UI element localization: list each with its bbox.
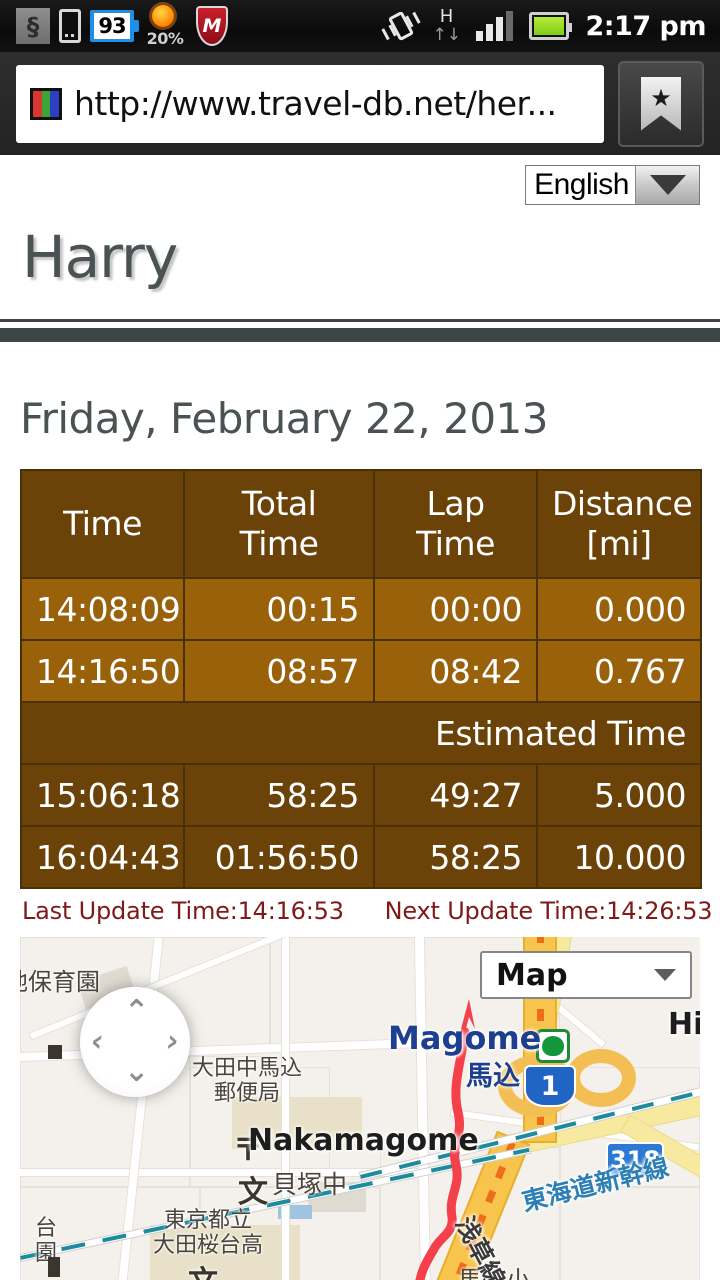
- map-label-magome-jp: 馬込: [466, 1054, 520, 1093]
- column-header-time: Time: [21, 470, 184, 578]
- cell-lap-time: 08:42: [374, 640, 537, 702]
- lap-table-wrapper: Time Total Time Lap Time Distance[mi] 14…: [0, 469, 720, 889]
- mcafee-shield-icon: M: [196, 6, 228, 46]
- map-pan-control[interactable]: ⌃ ⌄ ‹ ›: [80, 987, 190, 1097]
- map-label-nakamagome: Nakamagome: [248, 1123, 479, 1158]
- cell-time: 14:16:50: [21, 640, 184, 702]
- page-title: Harry: [0, 205, 720, 295]
- bookmark-star-icon: [641, 77, 681, 131]
- last-update-time: Last Update Time:14:16:53: [22, 897, 344, 925]
- language-select-row: English: [0, 155, 720, 205]
- table-row: 16:04:43 01:56:50 58:25 10.000: [21, 826, 701, 888]
- cell-total-time: 00:15: [184, 578, 374, 640]
- browser-toolbar: http://www.travel-db.net/her...: [0, 52, 720, 155]
- school-icon: 文: [238, 1167, 268, 1211]
- lap-table: Time Total Time Lap Time Distance[mi] 14…: [20, 469, 702, 889]
- cell-total-time: 08:57: [184, 640, 374, 702]
- chevron-left-icon[interactable]: ‹: [91, 1027, 103, 1057]
- estimated-time-section-row: Estimated Time: [21, 702, 701, 764]
- table-row: 14:16:50 08:57 08:42 0.767: [21, 640, 701, 702]
- column-header-lap-time: Lap Time: [374, 470, 537, 578]
- phone-icon: [59, 9, 81, 43]
- header-divider: [0, 295, 720, 342]
- map-label-hoikuen: 地保育園: [20, 969, 100, 996]
- battery-number-label: 93: [94, 13, 130, 39]
- clock-label: 2:17 pm: [585, 11, 706, 42]
- battery-percent-icon: 93: [90, 10, 134, 42]
- url-input[interactable]: http://www.travel-db.net/her...: [16, 65, 604, 143]
- map-label-hig: Hig: [668, 1007, 700, 1042]
- cell-lap-time: 58:25: [374, 826, 537, 888]
- table-row: 15:06:18 58:25 49:27 5.000: [21, 764, 701, 826]
- signal-icon: [476, 11, 513, 41]
- network-type-label: H: [432, 8, 460, 26]
- cell-lap-time: 49:27: [374, 764, 537, 826]
- site-favicon-icon: [30, 88, 62, 120]
- chevron-right-icon[interactable]: ›: [167, 1027, 179, 1057]
- status-bar-right-icons: H ↑↓ 2:17 pm: [386, 8, 720, 44]
- cell-time: 14:08:09: [21, 578, 184, 640]
- vibrate-icon: [381, 6, 422, 47]
- cell-lap-time: 00:00: [374, 578, 537, 640]
- school-icon: 文: [188, 1257, 218, 1280]
- cell-time: 16:04:43: [21, 826, 184, 888]
- cell-total-time: 58:25: [184, 764, 374, 826]
- status-bar-left-icons: § 93 20% M: [0, 5, 228, 47]
- battery-icon: [529, 12, 569, 40]
- network-arrows-label: ↑↓: [432, 27, 460, 44]
- status-bar: § 93 20% M H ↑↓ 2:17 pm: [0, 0, 720, 52]
- route-shield-label: 1: [541, 1071, 560, 1102]
- language-select-value: English: [526, 166, 635, 204]
- bookmark-button[interactable]: [618, 61, 704, 147]
- cell-total-time: 01:56:50: [184, 826, 374, 888]
- sync-icon: §: [16, 8, 50, 44]
- language-select[interactable]: English: [525, 165, 700, 205]
- date-heading: Friday, February 22, 2013: [0, 342, 720, 469]
- chevron-down-icon[interactable]: ⌄: [124, 1057, 149, 1087]
- page-content: English Harry Friday, February 22, 2013 …: [0, 155, 720, 1280]
- table-header-row: Time Total Time Lap Time Distance[mi]: [21, 470, 701, 578]
- estimated-time-label: Estimated Time: [21, 702, 701, 764]
- map-label-ota-sakuradai: 東京都立大田桜台高: [128, 1209, 288, 1258]
- map-label-kaizuka-chu: 貝塚中: [272, 1171, 347, 1199]
- map-view[interactable]: 〒 文 文 1 318 Magome 馬込 Nakamagome Hig 大田中…: [20, 937, 700, 1280]
- table-row: 14:08:09 00:15 00:00 0.000: [21, 578, 701, 640]
- route-shield: 1: [524, 1065, 576, 1107]
- map-type-select[interactable]: Map: [480, 951, 692, 999]
- hspa-icon: H ↑↓: [432, 8, 460, 44]
- brightness-percent-label: 20%: [143, 29, 187, 48]
- cell-distance: 10.000: [537, 826, 701, 888]
- divider-thick: [0, 328, 720, 342]
- chevron-up-icon[interactable]: ⌃: [124, 997, 149, 1027]
- cell-distance: 0.000: [537, 578, 701, 640]
- map-type-value: Map: [496, 958, 568, 993]
- next-update-time: Next Update Time:14:26:53: [385, 897, 713, 925]
- brightness-icon: 20%: [143, 5, 187, 47]
- map-label-magome: Magome: [388, 1019, 541, 1057]
- update-times: Last Update Time:14:16:53 Next Update Ti…: [0, 889, 720, 925]
- cell-distance: 5.000: [537, 764, 701, 826]
- chevron-down-icon[interactable]: [635, 166, 699, 204]
- shield-letter: M: [203, 15, 222, 37]
- chevron-down-icon[interactable]: [654, 969, 676, 981]
- column-header-total-time: Total Time: [184, 470, 374, 578]
- sun-icon: [152, 5, 174, 27]
- map-label-post-office: 大田中馬込郵便局: [182, 1057, 312, 1106]
- cell-distance: 0.767: [537, 640, 701, 702]
- cell-time: 15:06:18: [21, 764, 184, 826]
- column-header-distance: Distance[mi]: [537, 470, 701, 578]
- url-text: http://www.travel-db.net/her...: [74, 84, 557, 123]
